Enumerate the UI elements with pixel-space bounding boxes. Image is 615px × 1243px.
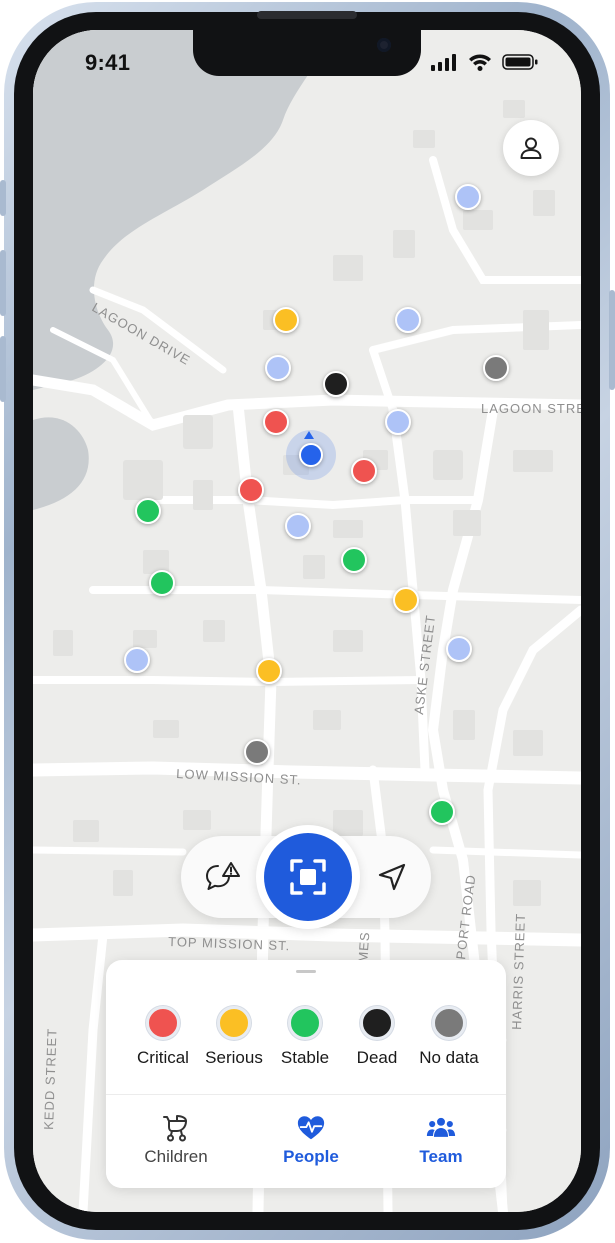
tab-label: Team <box>419 1147 463 1166</box>
map-marker[interactable] <box>385 409 411 435</box>
map-marker[interactable] <box>446 636 472 662</box>
map-marker[interactable] <box>395 307 421 333</box>
scan-button-inner <box>264 833 352 921</box>
cellular-signal-icon <box>431 54 456 71</box>
map-marker[interactable] <box>263 409 289 435</box>
map-marker[interactable] <box>273 307 299 333</box>
legend-label: Dead <box>356 1048 398 1067</box>
map-marker[interactable] <box>124 647 150 673</box>
profile-button[interactable] <box>503 120 559 176</box>
power-button <box>609 290 615 390</box>
report-button[interactable] <box>201 856 243 898</box>
map-marker[interactable] <box>323 371 349 397</box>
screen: LAGOON DRIVE LAGOON STREET LOW MISSION S… <box>33 30 581 1212</box>
team-icon <box>426 1117 456 1137</box>
front-camera <box>377 38 391 52</box>
map-marker[interactable] <box>455 184 481 210</box>
map-marker[interactable] <box>135 498 161 524</box>
heart-pulse-icon <box>297 1116 325 1140</box>
legend-critical: Critical <box>123 1006 203 1068</box>
map-marker[interactable] <box>341 547 367 573</box>
map-marker[interactable] <box>244 739 270 765</box>
legend-no-data: No data <box>409 1006 489 1068</box>
legend-dot-dead <box>360 1006 394 1040</box>
tab-label: People <box>283 1147 339 1166</box>
volume-up-button <box>0 250 6 316</box>
tab-people[interactable]: People <box>251 1113 371 1167</box>
legend-dot-no-data <box>432 1006 466 1040</box>
tab-label: Children <box>144 1147 208 1166</box>
bottom-sheet: Critical Serious Stable Dead No data Chi… <box>106 960 506 1188</box>
scan-icon <box>290 859 326 895</box>
map-marker[interactable] <box>429 799 455 825</box>
stroller-icon <box>163 1115 187 1142</box>
map-marker[interactable] <box>351 458 377 484</box>
tab-children[interactable]: Children <box>116 1113 236 1167</box>
map-marker[interactable] <box>256 658 282 684</box>
legend-label: Stable <box>280 1048 330 1067</box>
volume-down-button <box>0 336 6 402</box>
sheet-handle[interactable] <box>296 970 316 973</box>
chat-alert-icon <box>206 862 240 890</box>
street-label-lagoon-street: LAGOON STREET <box>481 401 581 416</box>
status-icons <box>431 54 538 71</box>
locate-button[interactable] <box>371 856 413 898</box>
legend-dot-serious <box>217 1006 251 1040</box>
silent-switch <box>0 180 6 216</box>
battery-icon <box>502 54 538 70</box>
person-icon <box>520 137 542 159</box>
legend-dot-stable <box>288 1006 322 1040</box>
map-marker[interactable] <box>285 513 311 539</box>
wifi-icon <box>469 54 491 71</box>
map-marker[interactable] <box>265 355 291 381</box>
legend-dot-critical <box>146 1006 180 1040</box>
legend-label: Serious <box>205 1048 263 1067</box>
legend-serious: Serious <box>194 1006 274 1068</box>
map-marker[interactable] <box>483 355 509 381</box>
status-time: 9:41 <box>85 50 131 75</box>
current-location-dot <box>299 443 323 467</box>
legend-label: No data <box>419 1048 479 1067</box>
tab-bar: Children People Team <box>106 1094 506 1188</box>
heading-indicator <box>304 431 314 439</box>
tab-team[interactable]: Team <box>381 1113 501 1167</box>
map-marker[interactable] <box>238 477 264 503</box>
map-marker[interactable] <box>393 587 419 613</box>
navigation-arrow-icon <box>378 863 406 891</box>
map-marker[interactable] <box>149 570 175 596</box>
scan-button[interactable] <box>256 825 360 929</box>
legend-dead: Dead <box>337 1006 417 1068</box>
legend-stable: Stable <box>265 1006 345 1068</box>
legend-label: Critical <box>137 1048 189 1067</box>
notch <box>193 30 421 76</box>
earpiece-speaker <box>257 11 357 19</box>
